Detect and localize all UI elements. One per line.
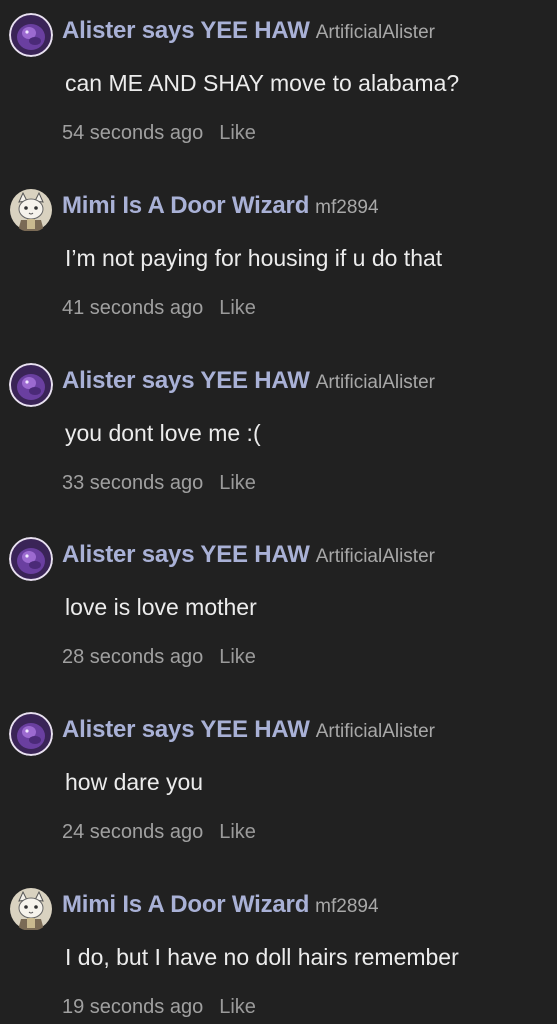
username[interactable]: mf2894 [315,197,378,218]
comment-header: Alister says YEE HAW ArtificialAlister [62,16,435,46]
comment: Alister says YEE HAW ArtificialAlister ca… [0,8,557,183]
username[interactable]: ArtificialAlister [316,546,435,567]
display-name[interactable]: Alister says YEE HAW [62,17,310,44]
timestamp: 41 seconds ago [62,297,204,319]
like-button[interactable]: Like [219,122,256,144]
cat-avatar-icon [10,189,52,231]
timestamp: 19 seconds ago [62,996,204,1018]
display-name[interactable]: Alister says YEE HAW [62,716,310,743]
comment: Mimi Is A Door Wizard mf2894 I do, but I … [0,882,557,1024]
comment: Alister says YEE HAW ArtificialAlister yo… [0,358,557,533]
avatar[interactable] [9,887,53,931]
username[interactable]: ArtificialAlister [316,372,435,393]
comment-header: Alister says YEE HAW ArtificialAlister [62,540,435,570]
display-name[interactable]: Alister says YEE HAW [62,541,310,568]
comment-meta: 24 seconds ago Like [62,819,256,845]
purple-creature-avatar-icon [9,537,53,581]
timestamp: 33 seconds ago [62,472,204,494]
timestamp: 54 seconds ago [62,122,204,144]
cat-avatar-icon [10,888,52,930]
comment-feed: Alister says YEE HAW ArtificialAlister ca… [0,0,557,1024]
username[interactable]: mf2894 [315,896,378,917]
comment-meta: 33 seconds ago Like [62,470,256,496]
timestamp: 28 seconds ago [62,646,204,668]
avatar[interactable] [9,537,53,581]
comment-meta: 41 seconds ago Like [62,295,256,321]
comment-header: Mimi Is A Door Wizard mf2894 [62,890,379,920]
comment-meta: 54 seconds ago Like [62,120,256,146]
username[interactable]: ArtificialAlister [316,721,435,742]
comment-text: love is love mother [65,594,257,620]
like-button[interactable]: Like [219,821,256,843]
avatar[interactable] [9,363,53,407]
avatar[interactable] [9,188,53,232]
comment: Mimi Is A Door Wizard mf2894 I’m not payi… [0,183,557,358]
comment-text: you dont love me :( [65,420,261,446]
comment-text: can ME AND SHAY move to alabama? [65,70,460,96]
like-button[interactable]: Like [219,646,256,668]
comment-text: I do, but I have no doll hairs remember [65,944,459,970]
purple-creature-avatar-icon [9,712,53,756]
comment-text: how dare you [65,769,204,795]
display-name[interactable]: Mimi Is A Door Wizard [62,891,309,918]
avatar[interactable] [9,712,53,756]
purple-creature-avatar-icon [9,363,53,407]
comment-header: Mimi Is A Door Wizard mf2894 [62,191,379,221]
comment-meta: 19 seconds ago Like [62,994,256,1020]
purple-creature-avatar-icon [9,13,53,57]
avatar[interactable] [9,13,53,57]
comment: Alister says YEE HAW ArtificialAlister ho… [0,707,557,882]
username[interactable]: ArtificialAlister [316,22,435,43]
comment-text: I’m not paying for housing if u do that [65,245,443,271]
comment: Alister says YEE HAW ArtificialAlister lo… [0,532,557,707]
like-button[interactable]: Like [219,472,256,494]
display-name[interactable]: Mimi Is A Door Wizard [62,192,309,219]
comment-meta: 28 seconds ago Like [62,644,256,670]
display-name[interactable]: Alister says YEE HAW [62,367,310,394]
like-button[interactable]: Like [219,996,256,1018]
like-button[interactable]: Like [219,297,256,319]
comment-header: Alister says YEE HAW ArtificialAlister [62,366,435,396]
timestamp: 24 seconds ago [62,821,204,843]
comment-header: Alister says YEE HAW ArtificialAlister [62,715,435,745]
